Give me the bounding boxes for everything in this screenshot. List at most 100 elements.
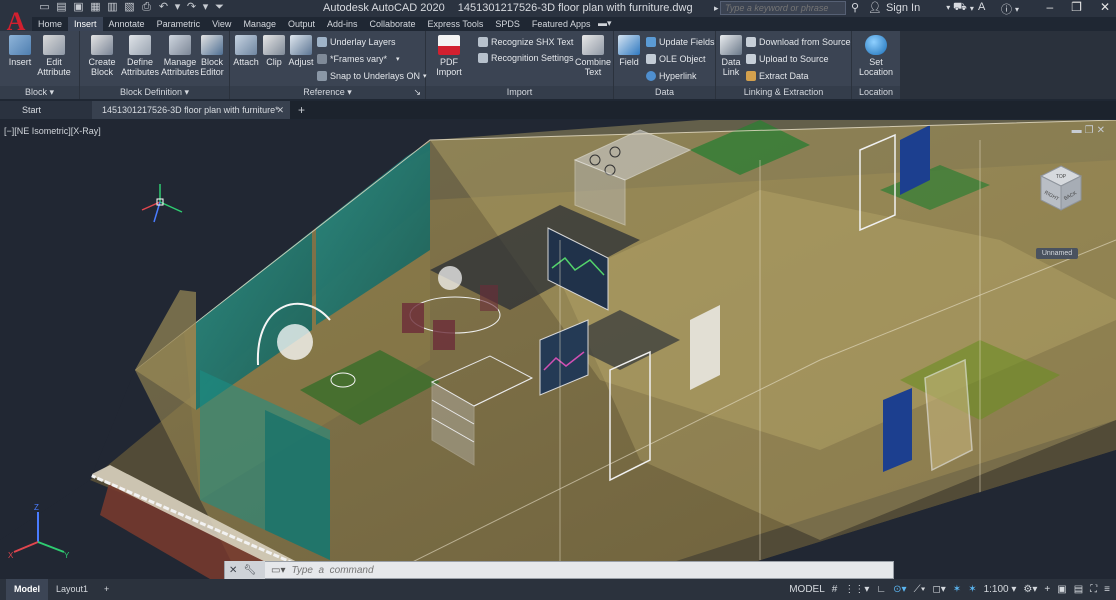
edit-attribute-button[interactable]: Edit Attribute	[34, 35, 74, 77]
tab-collaborate[interactable]: Collaborate	[364, 17, 422, 31]
dialog-launcher-icon[interactable]: ↘	[413, 86, 421, 99]
panel-title-block[interactable]: Block ▾	[0, 86, 79, 99]
viewport-close-icon[interactable]: ✕	[1097, 125, 1108, 136]
undo-icon[interactable]: ↶	[157, 1, 170, 14]
combine-text-button[interactable]: Combine Text	[574, 35, 612, 77]
fullscreen-icon[interactable]: ⛶	[1090, 584, 1097, 595]
viewport-controls-label[interactable]: [−][NE Isometric][X-Ray]	[4, 126, 101, 136]
clip-button[interactable]: Clip	[260, 35, 288, 67]
tab-manage[interactable]: Manage	[237, 17, 282, 31]
download-from-source-button[interactable]: Download from Source	[746, 35, 851, 49]
layout1-tab[interactable]: Layout1	[48, 579, 96, 600]
frames-vary-dropdown[interactable]: *Frames vary* ▾	[317, 52, 400, 66]
define-attributes-button[interactable]: Define Attributes	[120, 35, 160, 77]
tab-featured-apps[interactable]: Featured Apps	[526, 17, 597, 31]
block-editor-button[interactable]: Block Editor	[196, 35, 228, 77]
autodesk-a360-icon[interactable]: A	[978, 1, 985, 13]
attach-button[interactable]: Attach	[230, 35, 262, 67]
recognition-settings-icon	[478, 53, 488, 63]
workspace-gear-icon[interactable]: ⚙▾	[1023, 584, 1037, 595]
recognize-shx-text-button[interactable]: Recognize SHX Text	[478, 35, 573, 49]
search-field[interactable]: ▸	[714, 1, 846, 15]
isolate-objects-icon[interactable]: ▣	[1057, 584, 1066, 595]
snap-mode-icon[interactable]: ⋮⋮▾	[844, 584, 869, 595]
open-file-icon[interactable]: ▤	[55, 1, 68, 14]
model-space-toggle[interactable]: MODEL	[789, 584, 825, 595]
binoculars-icon[interactable]: ⚲	[851, 1, 859, 14]
view-cube[interactable]: TOP RIGHT BACK	[1033, 160, 1089, 216]
add-layout-button[interactable]: +	[96, 579, 117, 600]
customize-wrench-icon[interactable]: 🔧︎	[243, 565, 256, 576]
redo-dropdown-icon[interactable]: ▾	[202, 1, 209, 14]
tab-home[interactable]: Home	[32, 17, 68, 31]
command-prompt-icon[interactable]: ▭▾	[271, 565, 285, 576]
tab-view[interactable]: View	[206, 17, 237, 31]
tab-insert[interactable]: Insert	[68, 17, 103, 31]
pdf-import-button[interactable]: PDF Import	[428, 35, 470, 77]
ortho-icon[interactable]: ∟	[876, 584, 886, 595]
object-snap-icon[interactable]: ◻▾	[932, 584, 945, 595]
save-web-icon[interactable]: ▧	[123, 1, 136, 14]
plot-icon[interactable]: ⎙	[140, 1, 153, 14]
set-location-button[interactable]: Set Location	[856, 35, 896, 77]
viewport-restore-icon[interactable]: ❐	[1085, 125, 1097, 136]
cart-icon[interactable]: ⛟ ▾	[953, 1, 974, 15]
new-tab-button[interactable]: +	[290, 101, 313, 119]
recognition-settings-button[interactable]: Recognition Settings	[478, 51, 574, 65]
restore-icon[interactable]: ❐	[1071, 0, 1082, 14]
snap-icon	[317, 71, 327, 81]
data-link-button[interactable]: Data Link	[716, 35, 746, 77]
manage-attributes-button[interactable]: Manage Attributes	[160, 35, 200, 77]
drawing-tab[interactable]: 1451301217526-3D floor plan with furnitu…	[92, 101, 290, 119]
new-file-icon[interactable]: ▭	[38, 1, 51, 14]
grid-icon[interactable]: #	[832, 584, 838, 595]
update-fields-button[interactable]: Update Fields	[646, 35, 715, 49]
ucs-dropdown[interactable]: Unnamed	[1036, 248, 1078, 259]
auto-scale-icon[interactable]: ✶	[968, 584, 976, 595]
customization-menu-icon[interactable]: ≡	[1104, 584, 1110, 595]
close-command-line-icon[interactable]: ✕	[229, 565, 237, 576]
start-tab[interactable]: Start	[0, 101, 92, 119]
annotation-visibility-icon[interactable]: ✶	[953, 584, 961, 595]
underlay-layers-button[interactable]: Underlay Layers	[317, 35, 396, 49]
help-icon[interactable]: ⓘ ▾	[1001, 1, 1019, 17]
polar-tracking-icon[interactable]: ⊙▾	[893, 584, 906, 595]
hyperlink-button[interactable]: Hyperlink	[646, 69, 697, 83]
plus-icon[interactable]: +	[1044, 584, 1050, 595]
tab-add-ins[interactable]: Add-ins	[321, 17, 364, 31]
upload-to-source-button[interactable]: Upload to Source	[746, 52, 829, 66]
tab-express-tools[interactable]: Express Tools	[422, 17, 490, 31]
command-input[interactable]	[291, 564, 892, 576]
annotation-scale[interactable]: 1:100 ▾	[984, 584, 1017, 595]
close-icon[interactable]: ✕	[1100, 0, 1110, 14]
ribbon-options-icon[interactable]: ▬▾	[598, 18, 612, 29]
tab-output[interactable]: Output	[282, 17, 321, 31]
search-input[interactable]	[725, 3, 843, 13]
minimize-icon[interactable]: –	[1046, 0, 1053, 14]
extract-data-button[interactable]: Extract Data	[746, 69, 809, 83]
panel-title-reference[interactable]: Reference ▾ ↘	[230, 86, 425, 99]
hardware-acceleration-icon[interactable]: ▤	[1074, 584, 1083, 595]
drawing-viewport[interactable]: [−][NE Isometric][X-Ray] ▬❐✕ TOP RIGHT B…	[0, 120, 1116, 579]
ole-object-button[interactable]: OLE Object	[646, 52, 706, 66]
field-button[interactable]: Field	[614, 35, 644, 67]
viewport-minimize-icon[interactable]: ▬	[1072, 125, 1085, 136]
tab-parametric[interactable]: Parametric	[151, 17, 207, 31]
redo-icon[interactable]: ↷	[185, 1, 198, 14]
panel-title-block-definition[interactable]: Block Definition ▾	[80, 86, 229, 99]
save-as-icon[interactable]: ▦	[89, 1, 102, 14]
create-block-button[interactable]: Create Block	[82, 35, 122, 77]
isodraft-icon[interactable]: ⟋▾	[914, 584, 926, 595]
tab-spds[interactable]: SPDS	[489, 17, 526, 31]
open-web-icon[interactable]: ▥	[106, 1, 119, 14]
undo-dropdown-icon[interactable]: ▾	[174, 1, 181, 14]
model-layout-tab[interactable]: Model	[6, 579, 48, 600]
sign-in[interactable]: 👤︎ Sign In ▾	[868, 1, 950, 15]
customize-qat-icon[interactable]: ⏷	[213, 1, 226, 14]
close-tab-icon[interactable]: ✕	[276, 101, 284, 119]
tab-annotate[interactable]: Annotate	[103, 17, 151, 31]
adjust-button[interactable]: Adjust	[286, 35, 316, 67]
viewport-window-controls: ▬❐✕	[1072, 125, 1108, 136]
save-icon[interactable]: ▣	[72, 1, 85, 14]
snap-to-underlays-dropdown[interactable]: Snap to Underlays ON ▾	[317, 69, 427, 83]
